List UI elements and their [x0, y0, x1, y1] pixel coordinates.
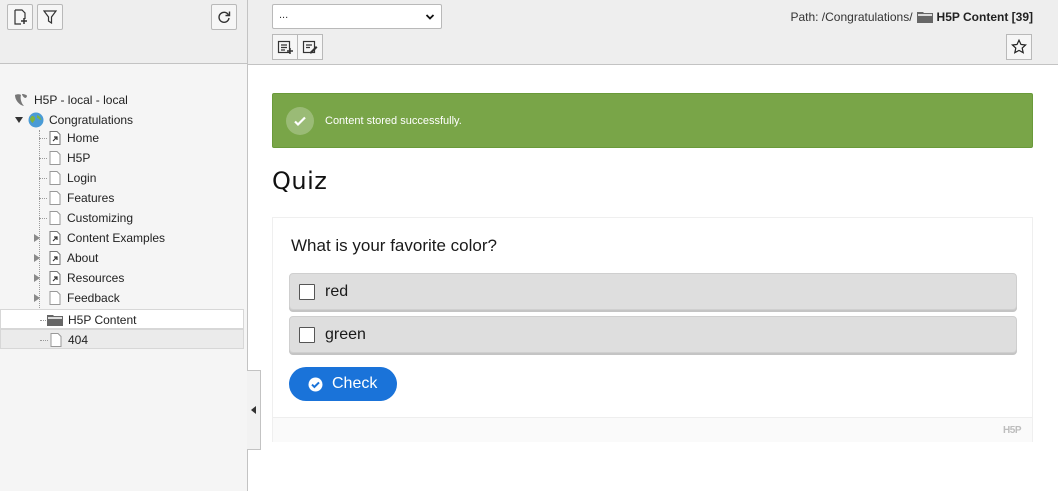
expand-arrow-icon[interactable]	[34, 234, 40, 242]
tree-item-label: Home	[67, 131, 100, 145]
folder-icon	[916, 12, 933, 23]
page-title: Quiz	[272, 167, 328, 195]
view-select-value: ...	[279, 9, 289, 21]
tree-item-customizing[interactable]: Customizing	[0, 208, 244, 228]
tree-root[interactable]: H5P - local - local	[13, 90, 128, 110]
tree-item-label: Customizing	[67, 211, 134, 225]
filter-icon	[43, 10, 57, 24]
answer-label: red	[325, 283, 349, 300]
refresh-button[interactable]	[211, 4, 237, 30]
check-button[interactable]: Check	[289, 367, 397, 401]
expand-arrow-icon[interactable]	[34, 294, 40, 302]
path-title: H5P Content [39]	[936, 10, 1033, 24]
tree-item-login[interactable]: Login	[0, 168, 244, 188]
tree-item-features[interactable]: Features	[0, 188, 244, 208]
alert-message: Content stored successfully.	[325, 115, 462, 127]
new-content-button[interactable]	[272, 34, 298, 60]
shortcut-page-icon	[49, 131, 61, 145]
check-icon	[294, 116, 306, 127]
h5p-logo[interactable]: H5P	[1003, 425, 1021, 436]
tree-root-label: H5P - local - local	[34, 93, 128, 107]
tree-item-about[interactable]: About	[0, 248, 244, 268]
refresh-icon	[218, 11, 231, 23]
tree-site-label: Congratulations	[49, 113, 134, 127]
breadcrumb: Path: /Congratulations/ H5P Content [39]	[790, 10, 1033, 24]
tree-item-label: H5P Content	[68, 313, 137, 327]
shortcut-page-icon	[49, 231, 61, 245]
doc-header: ... Path: /Congratulations/ H5P Content …	[248, 0, 1058, 65]
answer-option-green[interactable]: green	[289, 316, 1017, 353]
tree-item-label: Content Examples	[67, 231, 166, 245]
tree-item-label: Resources	[67, 271, 125, 285]
success-alert: Content stored successfully.	[272, 93, 1033, 148]
page-icon	[49, 191, 61, 205]
tree-item-home[interactable]: Home	[0, 128, 244, 148]
shortcut-page-icon	[49, 251, 61, 265]
page-icon	[49, 151, 61, 165]
globe-icon	[28, 112, 44, 128]
collapse-left-icon	[251, 406, 256, 414]
edit-page-icon	[302, 40, 318, 54]
filter-button[interactable]	[37, 4, 63, 30]
tree-item-label: Features	[67, 191, 115, 205]
new-page-button[interactable]	[7, 4, 33, 30]
tree-item-label: H5P	[67, 151, 91, 165]
new-record-icon	[277, 40, 293, 54]
expand-arrow-icon[interactable]	[34, 274, 40, 282]
page-tree-panel: H5P - local - local Congratulations Home…	[0, 0, 248, 491]
answer-option-red[interactable]: red	[289, 273, 1017, 310]
view-select[interactable]: ...	[272, 4, 442, 29]
tree-item-resources[interactable]: Resources	[0, 268, 244, 288]
path-prefix: Path: /Congratulations/	[790, 10, 913, 24]
tree-site-node[interactable]: Congratulations	[15, 110, 133, 130]
chevron-down-icon	[425, 14, 435, 20]
collapse-tree-handle[interactable]	[247, 370, 261, 450]
tree-item-h5p[interactable]: H5P	[0, 148, 244, 168]
h5p-quiz: What is your favorite color? red green C…	[272, 217, 1033, 442]
tree-item-label: Feedback	[67, 291, 120, 305]
checkbox[interactable]	[299, 327, 315, 343]
tree-item-feedback[interactable]: Feedback	[0, 288, 244, 308]
checkbox[interactable]	[299, 284, 315, 300]
answer-label: green	[325, 326, 366, 343]
tree-item-content-examples[interactable]: Content Examples	[0, 228, 244, 248]
tree-item-label: About	[67, 251, 99, 265]
tree-item-404[interactable]: 404	[0, 329, 244, 349]
page-icon	[49, 211, 61, 225]
expand-arrow-icon[interactable]	[34, 254, 40, 262]
tree-item-label: 404	[68, 333, 89, 347]
typo3-logo-icon	[15, 94, 27, 106]
bookmark-button[interactable]	[1006, 34, 1032, 60]
check-button-label: Check	[332, 375, 378, 392]
page-icon	[49, 291, 61, 305]
tree-toolbar	[0, 0, 247, 64]
check-circle-icon	[308, 377, 323, 391]
page-icon	[50, 333, 62, 347]
edit-page-properties-button[interactable]	[297, 34, 323, 60]
quiz-question: What is your favorite color?	[291, 236, 497, 255]
alert-icon-circle	[286, 107, 314, 135]
tree-item-h5p-content[interactable]: H5P Content	[0, 309, 244, 329]
collapse-arrow-icon[interactable]	[15, 117, 23, 123]
new-page-icon	[14, 9, 27, 25]
star-icon	[1011, 39, 1027, 54]
page-icon	[49, 171, 61, 185]
tree-item-label: Login	[67, 171, 97, 185]
folder-icon	[47, 315, 63, 326]
shortcut-page-icon	[49, 271, 61, 285]
h5p-footer: H5P	[273, 417, 1032, 442]
